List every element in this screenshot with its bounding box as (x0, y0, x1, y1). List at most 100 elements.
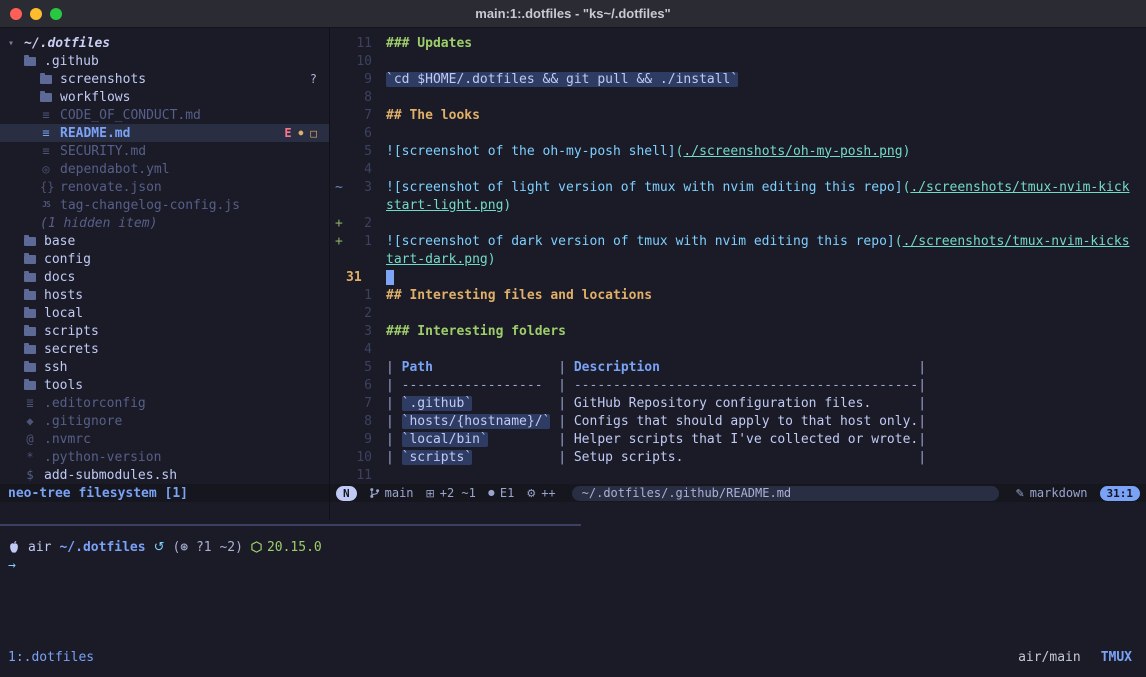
node-hexagon-icon (251, 541, 262, 553)
sync-icon: ↺ (154, 540, 165, 555)
editor-line[interactable]: 4 (330, 160, 1146, 178)
line-text: ![screenshot of the oh-my-posh shell](./… (372, 144, 910, 159)
tree-item-label: .github (44, 54, 99, 69)
file-icon: ≡ (40, 127, 52, 139)
editor-line[interactable]: 7| `.github` | GitHub Repository configu… (330, 394, 1146, 412)
file-icon: ≡ (40, 109, 52, 121)
line-number: 7 (346, 396, 372, 411)
tree-item-label: tools (44, 378, 83, 393)
file-icon: $ (24, 469, 36, 481)
tree-item-security-md[interactable]: ≡SECURITY.md (0, 142, 329, 160)
tree-item-hosts[interactable]: hosts (0, 286, 329, 304)
line-number: 5 (346, 144, 372, 159)
editor-line[interactable]: 9| `local/bin` | Helper scripts that I'v… (330, 430, 1146, 448)
neotree-statusline: neo-tree filesystem [1] (0, 484, 329, 502)
tree-item-nvmrc[interactable]: @.nvmrc (0, 430, 329, 448)
line-number: 7 (346, 108, 372, 123)
tree-item-tools[interactable]: tools (0, 376, 329, 394)
line-number: 2 (346, 216, 372, 231)
folder-icon (24, 345, 36, 354)
git-branch: main (369, 486, 414, 500)
tree-item-tag-changelog-config-js[interactable]: JStag-changelog-config.js (0, 196, 329, 214)
tree-item-gitignore[interactable]: ◆.gitignore (0, 412, 329, 430)
folder-icon (24, 273, 36, 282)
editor-line[interactable]: 6 (330, 124, 1146, 142)
editor-line[interactable]: tart-dark.png) (330, 250, 1146, 268)
tree-item-workflows[interactable]: workflows (0, 88, 329, 106)
tree-item-label: (1 hidden item) (40, 216, 157, 231)
editor-line[interactable]: 5![screenshot of the oh-my-posh shell](.… (330, 142, 1146, 160)
editor-line[interactable]: 2 (330, 304, 1146, 322)
tree-item-scripts[interactable]: scripts (0, 322, 329, 340)
tree-item-label: ssh (44, 360, 67, 375)
editor-line[interactable]: 1## Interesting files and locations (330, 286, 1146, 304)
tree-item-secrets[interactable]: secrets (0, 340, 329, 358)
tree-item-label: README.md (60, 126, 130, 141)
minimize-button[interactable] (30, 8, 42, 20)
tree-item-dotfiles[interactable]: ▾~/.dotfiles (0, 34, 329, 52)
terminal-window: main:1:.dotfiles - "ks~/.dotfiles" ▾~/.d… (0, 0, 1146, 677)
tree-item-renovate-json[interactable]: {}renovate.json (0, 178, 329, 196)
editor-line[interactable]: 6| ------------------ | ----------------… (330, 376, 1146, 394)
line-number: 1 (346, 288, 372, 303)
diagnostics: ● E1 (488, 486, 514, 500)
tree-item-dependabot-yml[interactable]: ◎dependabot.yml (0, 160, 329, 178)
cursor-position: 31:1 (1100, 486, 1141, 501)
editor-line[interactable]: 3### Interesting folders (330, 322, 1146, 340)
editor-line[interactable]: start-light.png) (330, 196, 1146, 214)
zoom-button[interactable] (50, 8, 62, 20)
editor-line[interactable]: 31 (330, 268, 1146, 286)
prompt-arrow[interactable]: → (8, 556, 1146, 574)
line-number: 5 (346, 360, 372, 375)
tree-item-local[interactable]: local (0, 304, 329, 322)
tree-item-1-hidden-item[interactable]: (1 hidden item) (0, 214, 329, 232)
editor-line[interactable]: 9`cd $HOME/.dotfiles && git pull && ./in… (330, 70, 1146, 88)
line-text: ## The looks (372, 108, 480, 123)
editor-line[interactable]: +1![screenshot of dark version of tmux w… (330, 232, 1146, 250)
editor-line[interactable]: 10| `scripts` | Setup scripts. | (330, 448, 1146, 466)
editor-line[interactable]: 4 (330, 340, 1146, 358)
tmux-window-tab[interactable]: 1:.dotfiles (8, 650, 94, 665)
shell-pane[interactable]: air ~/.dotfiles ↺ (⊛ ?1 ~2) 20.15.0 → (0, 526, 1146, 574)
editor-line[interactable]: 8| `hosts/{hostname}/` | Configs that sh… (330, 412, 1146, 430)
line-number: 10 (346, 450, 372, 465)
line-text: | `local/bin` | Helper scripts that I've… (372, 432, 926, 447)
tree-item-label: local (44, 306, 83, 321)
editor-line[interactable]: 11### Updates (330, 34, 1146, 52)
status-x-unt: ? (310, 73, 317, 85)
tree-item-label: base (44, 234, 75, 249)
tree-item-add-submodules-sh[interactable]: $add-submodules.sh (0, 466, 329, 484)
line-number: 6 (346, 126, 372, 141)
editor-line[interactable]: ~3![screenshot of light version of tmux … (330, 178, 1146, 196)
tree-item-docs[interactable]: docs (0, 268, 329, 286)
line-number: 2 (346, 306, 372, 321)
tree-item-label: screenshots (60, 72, 146, 87)
tree-item-label: CODE_OF_CONDUCT.md (60, 108, 201, 123)
file-icon: JS (40, 201, 52, 209)
tree-item-ssh[interactable]: ssh (0, 358, 329, 376)
editor-line[interactable]: 5| Path | Description | (330, 358, 1146, 376)
tmux-statusbar: 1:.dotfiles air/main TMUX (0, 650, 1146, 677)
tree-item-config[interactable]: config (0, 250, 329, 268)
line-text: ![screenshot of light version of tmux wi… (372, 180, 1130, 195)
tree-item-screenshots[interactable]: screenshots? (0, 70, 329, 88)
editor-buffer[interactable]: 11### Updates109`cd $HOME/.dotfiles && g… (330, 28, 1146, 484)
tree-item-code-of-conduct-md[interactable]: ≡ CODE_OF_CONDUCT.md (0, 106, 329, 124)
tree-item-python-version[interactable]: *.python-version (0, 448, 329, 466)
line-text: start-light.png) (372, 198, 511, 213)
tree-item-readme-md[interactable]: ≡README.mdE●□ (0, 124, 329, 142)
tree-item-editorconfig[interactable]: ≣.editorconfig (0, 394, 329, 412)
editor-line[interactable]: 11 (330, 466, 1146, 484)
file-icon: * (24, 451, 36, 463)
editor-line[interactable]: 7## The looks (330, 106, 1146, 124)
expander-icon[interactable]: ▾ (8, 38, 24, 49)
tree-item-github[interactable]: .github (0, 52, 329, 70)
tree-item-base[interactable]: base (0, 232, 329, 250)
file-icon: ◆ (24, 415, 36, 427)
line-text: ### Updates (372, 36, 472, 51)
file-icon: @ (24, 433, 36, 445)
editor-line[interactable]: 10 (330, 52, 1146, 70)
editor-line[interactable]: +2 (330, 214, 1146, 232)
editor-line[interactable]: 8 (330, 88, 1146, 106)
close-button[interactable] (10, 8, 22, 20)
